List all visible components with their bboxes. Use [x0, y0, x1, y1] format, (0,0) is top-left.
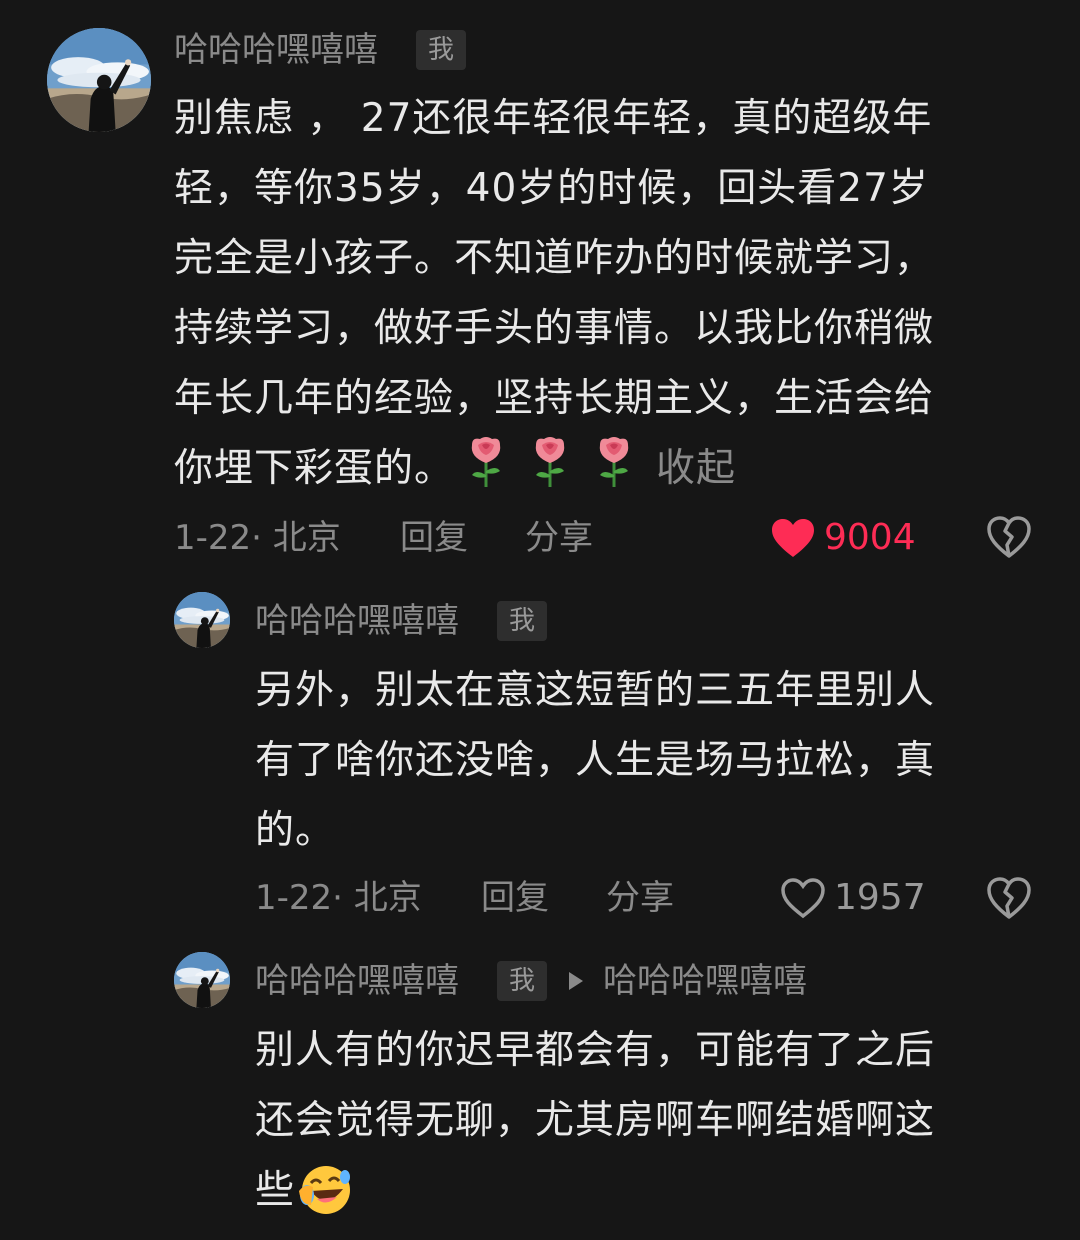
reply-to-username[interactable]: 哈哈哈嘿嘻嘻	[603, 961, 807, 1001]
comment-line: 别人有的你迟早都会有，可能有了之后	[255, 1028, 936, 1073]
comment-line-last: 你埋下彩蛋的。 收起	[174, 434, 934, 504]
like-button[interactable]: 9004	[770, 516, 916, 560]
username[interactable]: 哈哈哈嘿嘻嘻	[255, 961, 459, 1001]
comment-text: 另外，别太在意这短暂的三五年里别人 有了啥你还没啥，人生是场马拉松，真 的。	[255, 656, 935, 866]
rose-emoji-icon	[530, 435, 570, 489]
comment-line: 完全是小孩子。不知道咋办的时候就学习，	[174, 236, 935, 281]
comment-line: 持续学习，做好手头的事情。以我比你稍微	[174, 306, 935, 351]
rose-emoji-icon	[466, 435, 506, 489]
avatar[interactable]	[47, 28, 151, 132]
comment-line-last: 些	[255, 1156, 935, 1226]
comment-text: 别焦虑 ， 27还很年轻很年轻，真的超级年 轻，等你35岁，40岁的时候，回头看…	[174, 84, 934, 504]
reply-button[interactable]: 回复	[400, 518, 468, 558]
comment-line: 有了啥你还没啥，人生是场马拉松，真	[255, 738, 936, 783]
reply-arrow-icon	[569, 972, 583, 990]
comment-line: 还会觉得无聊，尤其房啊车啊结婚啊这	[255, 1098, 936, 1143]
comment-line: 另外，别太在意这短暂的三五年里别人	[255, 668, 936, 713]
comment-line: 你埋下彩蛋的。	[174, 446, 455, 491]
author-badge: 我	[497, 961, 548, 1001]
broken-heart-icon	[987, 516, 1031, 558]
comment-line: 些	[255, 1168, 296, 1213]
rose-emoji-icon	[594, 435, 634, 489]
username[interactable]: 哈哈哈嘿嘻嘻	[174, 30, 378, 70]
heart-filled-icon	[772, 519, 814, 557]
like-count: 9004	[824, 517, 916, 558]
comment-line: 轻，等你35岁，40岁的时候，回头看27岁	[174, 166, 929, 211]
collapse-link[interactable]: 收起	[656, 446, 736, 491]
author-badge: 我	[497, 601, 548, 641]
avatar[interactable]	[174, 952, 230, 1008]
reply-button[interactable]: 回复	[481, 878, 549, 918]
comment-text: 别人有的你迟早都会有，可能有了之后 还会觉得无聊，尤其房啊车啊结婚啊这 些	[255, 1016, 935, 1226]
laughing-emoji-icon	[297, 1161, 353, 1217]
like-count: 1957	[834, 877, 926, 918]
comment-line: 年长几年的经验，坚持长期主义，生活会给	[174, 376, 935, 421]
date-location: 1-22· 北京	[255, 878, 422, 918]
avatar[interactable]	[174, 592, 230, 648]
comment-line: 别焦虑 ， 27还很年轻很年轻，真的超级年	[174, 96, 933, 141]
like-button[interactable]: 1957	[780, 876, 926, 920]
dislike-button[interactable]	[986, 515, 1032, 559]
share-button[interactable]: 分享	[606, 878, 674, 918]
date-location: 1-22· 北京	[174, 518, 341, 558]
heart-outline-icon	[781, 878, 825, 919]
dislike-button[interactable]	[986, 876, 1032, 920]
username[interactable]: 哈哈哈嘿嘻嘻	[255, 601, 459, 641]
broken-heart-icon	[987, 877, 1031, 919]
share-button[interactable]: 分享	[525, 518, 593, 558]
author-badge: 我	[416, 30, 467, 70]
comment-line: 的。	[255, 808, 336, 853]
